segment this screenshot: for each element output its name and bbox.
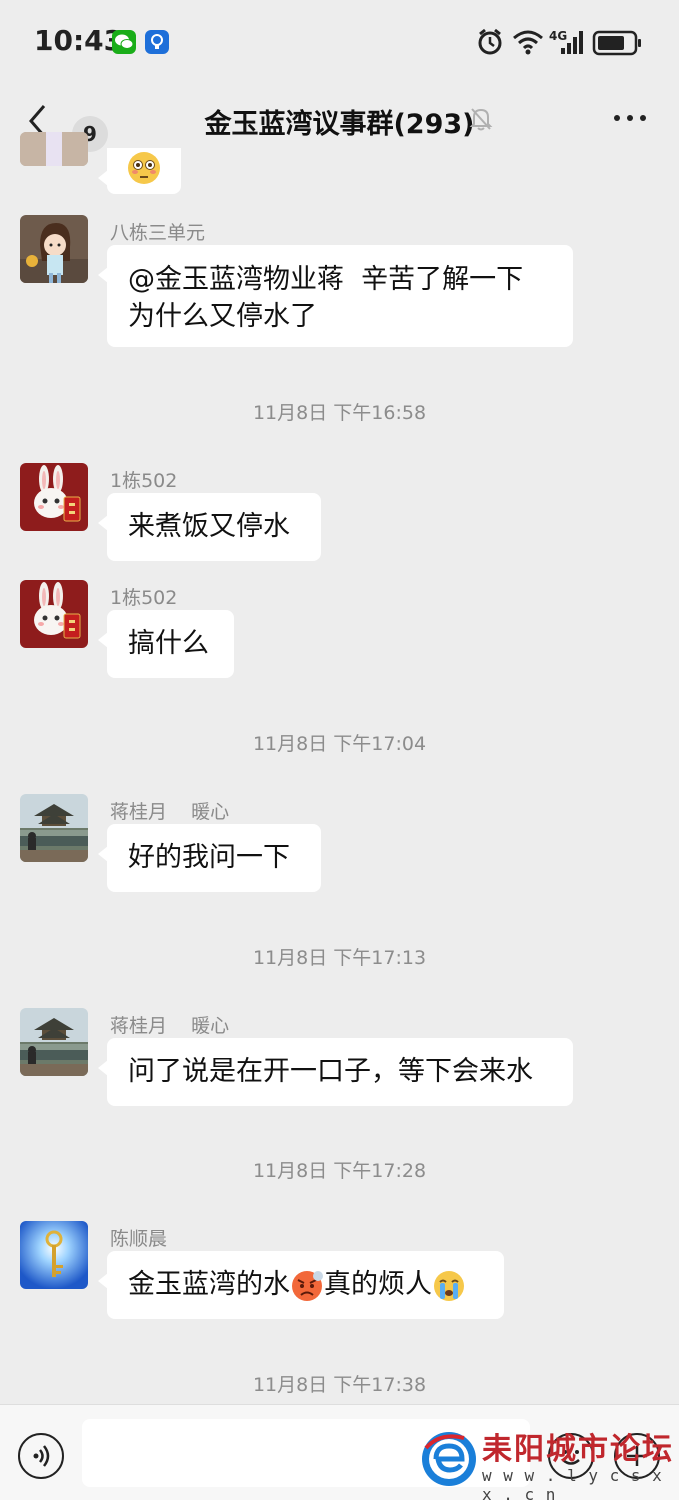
avatar[interactable] xyxy=(20,1008,88,1076)
message-bubble[interactable]: 搞什么 xyxy=(98,610,234,678)
chat-title: 金玉蓝湾议事群(293) xyxy=(0,102,679,141)
angry-face-emoji xyxy=(292,1270,323,1301)
avatar[interactable] xyxy=(20,794,88,862)
message-text: 问了说是在开一口子，等下会来水 xyxy=(128,1056,533,1087)
signal-icon xyxy=(561,31,583,54)
more-dots-icon xyxy=(614,115,646,121)
wifi-icon xyxy=(513,30,543,55)
message-text-line: @金玉蓝湾物业蒋 辛苦了解一下 xyxy=(128,264,524,295)
status-bar: 10:43 4G xyxy=(0,0,679,84)
message-text: 金玉蓝湾的水 xyxy=(128,1269,290,1300)
avatar[interactable] xyxy=(20,132,88,166)
message-timestamp: 11月8日 下午17:38 xyxy=(252,1374,427,1396)
message-bubble[interactable]: 好的我问一下 xyxy=(98,824,321,892)
flushed-face-emoji xyxy=(128,152,160,184)
battery-icon xyxy=(592,30,641,56)
sender-name: 八栋三单元 xyxy=(110,222,206,244)
message-text-line: 为什么又停水了 xyxy=(128,301,317,332)
chat-header: 9 金玉蓝湾议事群(293) xyxy=(0,84,679,156)
message-timestamp: 11月8日 下午17:28 xyxy=(252,1160,427,1182)
avatar[interactable] xyxy=(20,215,88,283)
message-text: 好的我问一下 xyxy=(128,842,290,873)
message-text: 来煮饭又停水 xyxy=(128,511,290,542)
more-options-button[interactable] xyxy=(605,100,655,136)
muted-bell-icon xyxy=(469,108,493,131)
sender-name: 1栋502 xyxy=(110,470,178,492)
message-bubble[interactable]: 问了说是在开一口子，等下会来水 xyxy=(98,1038,573,1106)
avatar[interactable] xyxy=(20,1221,88,1289)
lightbulb-icon xyxy=(145,30,169,54)
watermark-url: w w w . l y c s x x . c n xyxy=(482,1466,663,1500)
sender-name: 蒋桂月 暖心 xyxy=(110,801,230,823)
message-text: 搞什么 xyxy=(128,628,209,659)
message-bubble[interactable]: 来煮饭又停水 xyxy=(98,493,321,561)
message-bubble[interactable]: @金玉蓝湾物业蒋 辛苦了解一下 为什么又停水了 xyxy=(98,245,573,347)
watermark: 耒阳城市论坛 w w w . l y c s x x . c n xyxy=(420,1420,672,1500)
crying-face-emoji xyxy=(434,1270,464,1301)
alarm-icon xyxy=(478,28,502,55)
message-timestamp: 11月8日 下午17:04 xyxy=(252,733,427,755)
message-bubble[interactable] xyxy=(98,148,181,194)
status-time: 10:43 xyxy=(34,24,124,57)
avatar[interactable] xyxy=(20,463,88,531)
message-text: 真的烦人 xyxy=(324,1269,432,1300)
sender-name: 陈顺晨 xyxy=(110,1228,168,1250)
chat-screen: 10:43 4G 9 金玉蓝湾议事群(293) 八栋三单元 @金玉蓝湾物业蒋 辛… xyxy=(0,0,679,1500)
message-bubble[interactable]: 金玉蓝湾的水 真的烦人 xyxy=(98,1251,504,1319)
message-timestamp: 11月8日 下午17:13 xyxy=(252,947,427,969)
sender-name: 1栋502 xyxy=(110,587,178,609)
watermark-text: 耒阳城市论坛 xyxy=(482,1432,674,1467)
voice-button[interactable] xyxy=(18,1433,64,1479)
avatar[interactable] xyxy=(20,580,88,648)
sender-name: 蒋桂月 暖心 xyxy=(110,1015,230,1037)
forum-logo-icon xyxy=(422,1432,476,1486)
chat-title-text: 金玉蓝湾议事群(293) xyxy=(204,109,475,140)
message-timestamp: 11月8日 下午16:58 xyxy=(252,402,427,424)
wechat-icon xyxy=(112,30,136,54)
voice-icon xyxy=(33,1445,50,1467)
